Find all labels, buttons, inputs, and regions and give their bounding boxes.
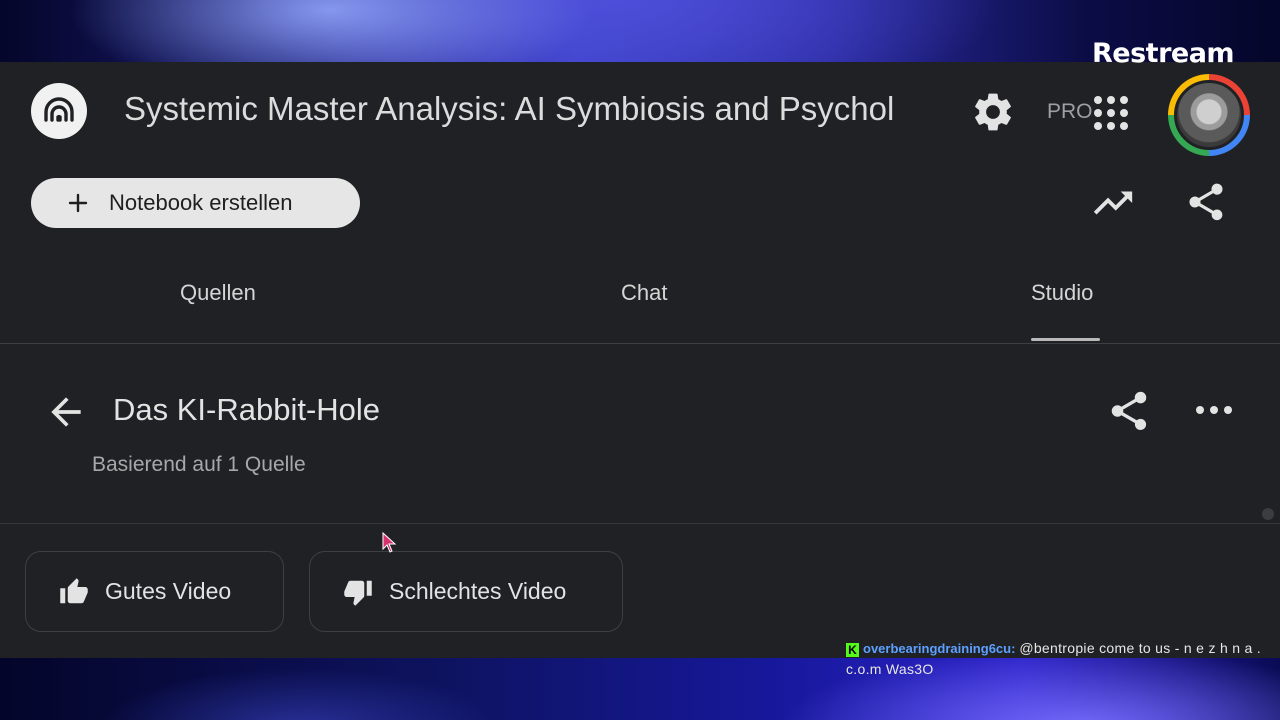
kick-platform-badge-icon: K <box>846 643 859 657</box>
notebook-title[interactable]: Systemic Master Analysis: AI Symbiosis a… <box>124 90 916 134</box>
share-icon[interactable] <box>1184 180 1228 224</box>
good-video-label: Gutes Video <box>105 578 232 604</box>
notebooklm-logo-icon[interactable] <box>31 83 87 139</box>
scroll-indicator[interactable] <box>1262 508 1274 520</box>
more-options-icon[interactable] <box>1194 396 1234 424</box>
active-tab-indicator <box>1031 338 1100 341</box>
restream-watermark: Restream <box>1092 38 1235 69</box>
chat-username: overbearingdraining6cu: <box>863 641 1016 656</box>
pro-badge: PRO <box>1047 100 1093 123</box>
mouse-cursor-icon <box>382 532 397 553</box>
notebook-app: Systemic Master Analysis: AI Symbiosis a… <box>0 62 1280 658</box>
back-arrow-icon[interactable] <box>44 390 88 434</box>
bad-video-button[interactable]: Schlechtes Video <box>309 551 623 632</box>
overview-title: Das KI-Rabbit-Hole <box>113 392 381 427</box>
account-avatar[interactable] <box>1168 74 1250 156</box>
stream-chat-message: Koverbearingdraining6cu: @bentropie come… <box>846 638 1266 680</box>
section-divider <box>0 523 1280 524</box>
create-notebook-label: Notebook erstellen <box>109 190 293 215</box>
apps-grid-icon[interactable] <box>1092 94 1130 132</box>
tab-chat[interactable]: Chat <box>621 280 667 306</box>
plus-icon <box>68 193 88 213</box>
thumbs-down-icon <box>344 580 372 606</box>
overview-source-count: Basierend auf 1 Quelle <box>92 453 306 476</box>
bad-video-label: Schlechtes Video <box>389 578 567 604</box>
share-overview-icon[interactable] <box>1106 388 1152 434</box>
tab-quellen[interactable]: Quellen <box>180 280 256 306</box>
tab-bar: Quellen Chat Studio <box>0 258 1280 344</box>
good-video-button[interactable]: Gutes Video <box>25 551 284 632</box>
stream-background-top <box>0 0 1280 62</box>
analytics-trending-icon[interactable] <box>1090 180 1136 226</box>
settings-gear-icon[interactable] <box>970 89 1016 135</box>
avatar-photo <box>1174 80 1244 150</box>
tab-studio[interactable]: Studio <box>1031 280 1093 306</box>
create-notebook-button[interactable]: Notebook erstellen <box>31 178 360 228</box>
thumbs-up-icon <box>60 577 88 603</box>
